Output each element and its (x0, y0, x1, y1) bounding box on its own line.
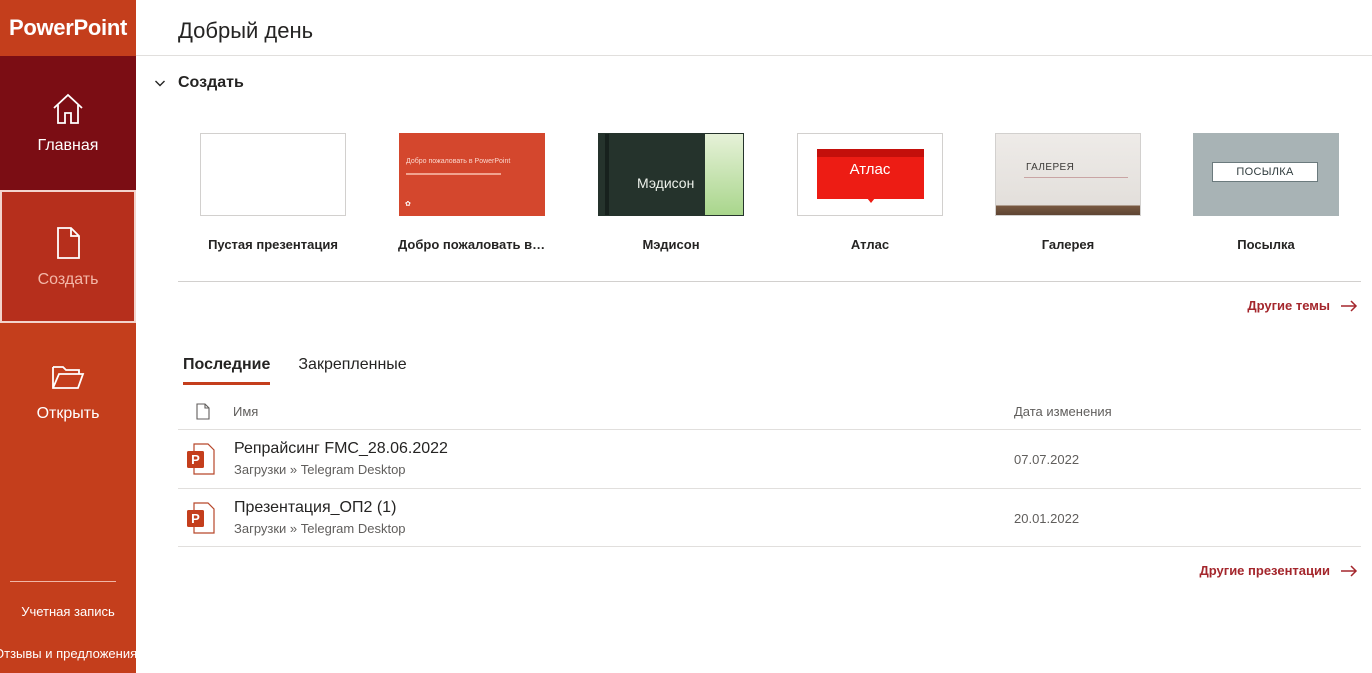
header-divider (136, 55, 1372, 56)
account-link[interactable]: Учетная запись (0, 604, 136, 619)
template-blank[interactable]: Пустая презентация (199, 133, 347, 252)
new-document-icon (57, 226, 80, 259)
template-thumbnail: Атлас (797, 133, 943, 216)
template-label: Посылка (1237, 237, 1295, 252)
file-date: 07.07.2022 (1014, 452, 1080, 467)
svg-text:P: P (191, 452, 200, 467)
template-welcome[interactable]: Добро пожаловать в PowerPoint ✿ Добро по… (398, 133, 546, 252)
home-icon (53, 93, 83, 124)
more-themes-link[interactable]: Другие темы (1247, 298, 1358, 313)
sidebar-item-open[interactable]: Открыть (0, 324, 136, 458)
thumbnail-line (406, 173, 501, 175)
sidebar-divider (10, 581, 116, 582)
chevron-down-icon (155, 80, 165, 87)
thumbnail-text: Добро пожаловать в PowerPoint (406, 158, 511, 165)
thumbnail-text: Мэдисон (637, 175, 695, 191)
template-thumbnail: Мэдисон (598, 133, 744, 216)
file-name: Репрайсинг FMC_28.06.2022 (234, 440, 448, 457)
thumbnail-text: Атлас (849, 161, 891, 178)
row-divider (178, 546, 1361, 547)
template-thumbnail: ПОСЫЛКА (1193, 133, 1339, 216)
template-gallery[interactable]: ГАЛЕРЕЯ Галерея (994, 133, 1142, 252)
file-date: 20.01.2022 (1014, 511, 1080, 526)
thumbnail-text: ГАЛЕРЕЯ (1026, 162, 1075, 173)
file-path: Загрузки » Telegram Desktop (234, 462, 406, 477)
column-header-name[interactable]: Имя (233, 404, 258, 419)
file-type-icon (196, 403, 210, 420)
table-row[interactable]: P Репрайсинг FMC_28.06.2022 Загрузки » T… (178, 430, 1361, 488)
file-name: Презентация_ОП2 (1) (234, 499, 397, 516)
template-label: Галерея (1041, 237, 1095, 252)
create-section-toggle[interactable]: Создать (154, 74, 244, 92)
sparkle-icon: ✿ (405, 201, 411, 208)
thumbnail-stripe (605, 134, 609, 215)
thumbnail-gradient (705, 134, 743, 215)
sidebar-item-label: Создать (37, 270, 99, 288)
more-presentations-link[interactable]: Другие презентации (1200, 563, 1358, 578)
template-thumbnail: Добро пожаловать в PowerPoint ✿ (399, 133, 545, 216)
sidebar-item-create[interactable]: Создать (0, 190, 136, 323)
arrow-right-icon (1341, 299, 1358, 312)
recent-tabs: Последние Закрепленные (183, 356, 407, 385)
sidebar-item-label: Главная (37, 137, 99, 154)
template-thumbnail: ГАЛЕРЕЯ (995, 133, 1141, 216)
page-title: Добрый день (178, 18, 314, 43)
thumbnail-banner-top (817, 149, 924, 157)
tab-pinned[interactable]: Закрепленные (298, 356, 406, 385)
powerpoint-file-icon: P (187, 502, 215, 534)
template-parcel[interactable]: ПОСЫЛКА Посылка (1192, 133, 1340, 252)
app-title: PowerPoint (0, 0, 136, 56)
template-thumbnail (200, 133, 346, 216)
column-header-date[interactable]: Дата изменения (1014, 404, 1112, 419)
template-label: Мэдисон (642, 237, 700, 252)
more-themes-label: Другие темы (1247, 298, 1330, 313)
thumbnail-line (1024, 177, 1128, 178)
template-label: Атлас (850, 237, 890, 252)
svg-text:P: P (191, 511, 200, 526)
file-path: Загрузки » Telegram Desktop (234, 521, 406, 536)
sidebar: PowerPoint Главная Создать Открыть Учетн… (0, 0, 136, 673)
open-folder-icon (52, 366, 85, 389)
template-madison[interactable]: Мэдисон Мэдисон (597, 133, 745, 252)
feedback-link[interactable]: Отзывы и предложения (0, 646, 136, 661)
thumbnail-pointer (867, 198, 875, 203)
tab-recent[interactable]: Последние (183, 356, 271, 385)
create-section-title: Создать (178, 74, 244, 91)
template-label: Добро пожаловать в Pow... (398, 237, 546, 252)
thumbnail-text: ПОСЫЛКА (1212, 162, 1318, 182)
section-divider (178, 281, 1361, 282)
more-presentations-label: Другие презентации (1199, 563, 1330, 578)
sidebar-item-home[interactable]: Главная (0, 56, 136, 190)
arrow-right-icon (1341, 564, 1358, 577)
sidebar-item-label: Открыть (36, 405, 100, 422)
template-atlas[interactable]: Атлас Атлас (796, 133, 944, 252)
template-label: Пустая презентация (208, 237, 338, 252)
table-row[interactable]: P Презентация_ОП2 (1) Загрузки » Telegra… (178, 489, 1361, 547)
powerpoint-file-icon: P (187, 443, 215, 475)
